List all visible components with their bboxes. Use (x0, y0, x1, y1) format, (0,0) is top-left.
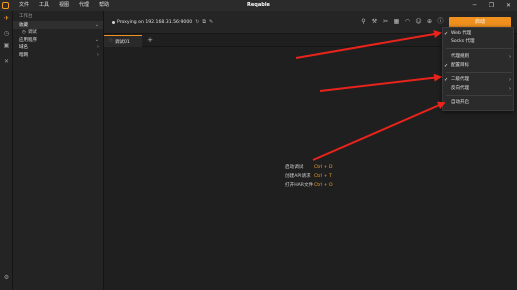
menu-item-reverse-proxy[interactable]: 反向代理 › (443, 85, 515, 93)
chevron-down-icon: ⌄ (94, 36, 99, 43)
window-controls: ─ ❐ ✕ (466, 0, 517, 11)
menu-item-auto-start[interactable]: 自动开启 (443, 99, 515, 107)
copy-icon[interactable]: ⧉ (202, 19, 206, 25)
shortcut-hints: 启动调试 Ctrl + D 创建API请求 Ctrl + T 打开HAR文件 C… (285, 163, 333, 190)
menu-item-label: 代理规则 (451, 54, 469, 59)
menu-bar: 文件 工具 视图 代理 帮助 (14, 0, 114, 11)
clock-icon: ◷ (22, 29, 26, 35)
title-bar: 文件 工具 视图 代理 帮助 Reqable ─ ❐ ✕ (0, 0, 517, 11)
info-icon[interactable]: ⓘ (435, 18, 446, 26)
tools-icon[interactable]: ✕ (3, 58, 10, 65)
wifi-icon[interactable]: ◠ (402, 18, 413, 26)
activity-bar: ✈ ◷ ▣ ✕ ⚙ (0, 11, 13, 290)
chevron-right-icon: › (509, 77, 511, 83)
sidebar-header: 工作台 (19, 14, 33, 19)
hint-label: 启动调试 (285, 165, 304, 170)
menu-tools[interactable]: 工具 (34, 0, 54, 11)
download-icon[interactable]: ⊕ (424, 18, 435, 26)
chevron-right-icon: › (97, 44, 99, 51)
menu-item-proxy-rules[interactable]: 代理规则 › (443, 53, 515, 61)
hint-label: 打开HAR文件 (285, 183, 314, 188)
restore-button[interactable]: ❐ (483, 0, 500, 11)
check-icon: ✓ (444, 31, 449, 37)
add-tab-button[interactable]: + (144, 35, 156, 47)
proxy-status: Proxying on 192.168.31.56:9000 ↻ ⧉ ✎ (112, 19, 213, 25)
tab-label: 调试01 (115, 39, 130, 45)
sidebar-item-label: 暗网 (19, 52, 28, 58)
hint-row: 创建API请求 Ctrl + T (285, 172, 333, 181)
chevron-down-icon: ⌄ (94, 21, 99, 28)
hint-row: 启动调试 Ctrl + D (285, 163, 333, 172)
hint-label: 创建API请求 (285, 174, 311, 179)
sidebar-item-label: 调试 (27, 30, 37, 36)
menu-divider (446, 95, 512, 96)
menu-help[interactable]: 帮助 (94, 0, 114, 11)
wrench-icon[interactable]: ⚒ (369, 18, 380, 26)
sidebar-item-label: 应用程序 (19, 37, 37, 43)
menu-item-config-target[interactable]: ✓ 配置目标 (443, 62, 515, 70)
menu-proxy[interactable]: 代理 (74, 0, 94, 11)
heart-icon: ♡ (109, 39, 114, 44)
menu-item-label: 自动开启 (451, 100, 469, 105)
briefcase-icon[interactable]: ▣ (3, 42, 10, 49)
menu-item-label: Web 代理 (451, 31, 472, 36)
chevron-right-icon: › (509, 54, 511, 60)
menu-file[interactable]: 文件 (14, 0, 34, 11)
app-logo-icon (2, 2, 9, 9)
hint-key: Ctrl + T (314, 174, 332, 179)
chevron-right-icon: › (97, 51, 99, 58)
sidebar-item-favorites[interactable]: 收藏 ⌄ (13, 21, 103, 29)
filter-icon[interactable]: ⚲ (358, 18, 369, 26)
refresh-icon[interactable]: ↻ (195, 19, 199, 25)
history-icon[interactable]: ◷ (3, 30, 10, 37)
check-icon: ✓ (444, 77, 449, 83)
sidebar-item-debug[interactable]: ◷ 调试 (13, 29, 103, 37)
cut-icon[interactable]: ✂ (380, 18, 391, 26)
settings-icon[interactable]: ⚙ (3, 274, 10, 281)
proxy-dropdown-menu: ✓ Web 代理 Socks 代理 代理规则 › ✓ 配置目标 ✓ 二级代理 ›… (442, 27, 514, 111)
check-icon: ✓ (444, 63, 449, 69)
proxy-status-text: Proxying on 192.168.31.56:9000 (117, 19, 193, 25)
menu-divider (446, 72, 512, 73)
grid-icon[interactable]: ▦ (391, 18, 402, 26)
hint-key: Ctrl + D (314, 165, 333, 170)
menu-item-label: Socks 代理 (451, 39, 475, 44)
sidebar-item-label: 收藏 (19, 22, 28, 28)
sidebar-item-label: 域名 (19, 45, 28, 51)
hint-key: Ctrl + O (314, 183, 333, 188)
sidebar-item-apps[interactable]: 应用程序 ⌄ (13, 36, 103, 44)
edit-icon[interactable]: ✎ (209, 19, 213, 25)
tab-debug01[interactable]: ♡ 调试01 (104, 35, 142, 47)
menu-item-label: 二级代理 (451, 77, 469, 82)
sidebar-item-darkweb[interactable]: 暗网 › (13, 51, 103, 59)
sidebar: 工作台 收藏 ⌄ ◷ 调试 应用程序 ⌄ 域名 › 暗网 › (13, 11, 104, 290)
status-dot-icon (112, 20, 115, 24)
menu-divider (446, 48, 512, 49)
minimize-button[interactable]: ─ (466, 0, 483, 11)
hint-row: 打开HAR文件 Ctrl + O (285, 181, 333, 190)
send-icon[interactable]: ✈ (3, 15, 10, 22)
menu-item-socks-proxy[interactable]: Socks 代理 (443, 38, 515, 46)
menu-item-label: 配置目标 (451, 63, 469, 68)
menu-view[interactable]: 视图 (54, 0, 74, 11)
user-icon[interactable]: ☺ (413, 18, 424, 26)
menu-item-web-proxy[interactable]: ✓ Web 代理 (443, 30, 515, 38)
sidebar-item-domains[interactable]: 域名 › (13, 44, 103, 52)
menu-item-label: 反向代理 (451, 86, 469, 91)
chevron-right-icon: › (509, 86, 511, 92)
close-button[interactable]: ✕ (500, 0, 517, 11)
menu-item-secondary-proxy[interactable]: ✓ 二级代理 › (443, 76, 515, 84)
